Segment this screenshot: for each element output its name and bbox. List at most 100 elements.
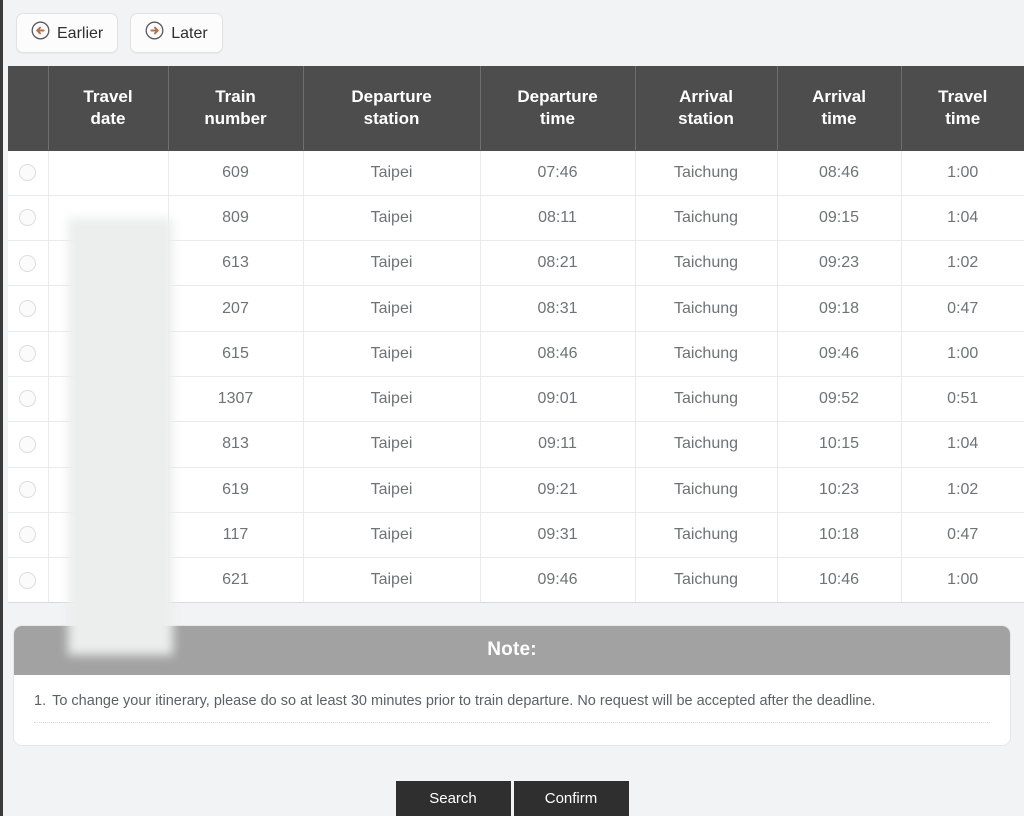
column-header-arrival-station: Arrival station — [635, 66, 778, 151]
cell-departure-time: 08:11 — [480, 195, 636, 242]
confirm-button[interactable]: Confirm — [513, 781, 629, 816]
cell-departure-time: 09:31 — [480, 512, 636, 559]
note-item-number: 1. — [34, 693, 47, 709]
earlier-button-label: Earlier — [57, 25, 104, 42]
row-select-radio[interactable] — [19, 390, 37, 408]
cell-travel-time: 1:00 — [901, 150, 1024, 196]
column-header-departure-time: Departure time — [480, 66, 636, 151]
cell-travel-time: 0:51 — [901, 376, 1024, 423]
header-line-2: number — [204, 108, 267, 128]
note-panel-title: Note: — [14, 626, 1010, 675]
cell-travel-time: 1:00 — [901, 557, 1024, 604]
cell-arrival-time: 10:23 — [777, 467, 902, 513]
header-line-1: Arrival — [679, 87, 733, 107]
cell-travel-time: 1:04 — [901, 195, 1024, 242]
header-line-1: Travel — [938, 87, 988, 107]
row-select-cell[interactable] — [8, 331, 49, 377]
cell-train-number: 809 — [168, 195, 304, 242]
cell-arrival-time: 10:15 — [777, 421, 902, 468]
cell-departure-station: Taipei — [303, 557, 481, 604]
cell-arrival-time: 09:46 — [777, 331, 902, 377]
later-button[interactable]: Later — [130, 13, 223, 53]
cell-arrival-station: Taichung — [635, 240, 778, 287]
earlier-button[interactable]: Earlier — [16, 13, 119, 53]
arrow-circle-left-icon — [31, 21, 50, 45]
cell-train-number: 117 — [168, 512, 304, 559]
note-item-text: To change your itinerary, please do so a… — [52, 693, 876, 709]
cell-arrival-time: 10:18 — [777, 512, 902, 559]
row-select-cell[interactable] — [8, 376, 49, 423]
page-root: Earlier Later Travel date Train number D… — [0, 0, 1024, 816]
column-header-travel-date: Travel date — [48, 66, 169, 151]
row-select-radio[interactable] — [19, 163, 37, 181]
cell-departure-time: 08:21 — [480, 240, 636, 287]
table-row[interactable]: 813 Taipei 09:11 Taichung 10:15 1:04 — [8, 421, 1024, 468]
cell-train-number: 813 — [168, 421, 304, 468]
cell-departure-station: Taipei — [303, 467, 481, 513]
row-select-radio[interactable] — [19, 345, 37, 363]
cell-travel-date — [48, 285, 169, 332]
table-row[interactable]: 619 Taipei 09:21 Taichung 10:23 1:02 — [8, 467, 1024, 513]
header-line-2: time — [945, 108, 981, 128]
cell-travel-date — [48, 421, 169, 468]
table-row[interactable]: 1307 Taipei 09:01 Taichung 09:52 0:51 — [8, 376, 1024, 423]
table-row[interactable]: 609 Taipei 07:46 Taichung 08:46 1:00 — [8, 150, 1024, 196]
column-header-travel-time: Travel time — [901, 66, 1024, 151]
cell-arrival-station: Taichung — [635, 421, 778, 468]
header-line-2: time — [540, 108, 575, 128]
header-line-1: Arrival — [812, 87, 866, 107]
cell-departure-station: Taipei — [303, 240, 481, 287]
row-select-radio[interactable] — [19, 254, 37, 272]
cell-travel-date — [48, 331, 169, 377]
cell-travel-date — [48, 240, 169, 287]
search-button[interactable]: Search — [395, 781, 511, 816]
row-select-cell[interactable] — [8, 467, 49, 513]
cell-departure-station: Taipei — [303, 331, 481, 377]
table-row[interactable]: 809 Taipei 08:11 Taichung 09:15 1:04 — [8, 195, 1024, 242]
cell-departure-station: Taipei — [303, 376, 481, 423]
table-row[interactable]: 117 Taipei 09:31 Taichung 10:18 0:47 — [8, 512, 1024, 559]
cell-travel-date — [48, 512, 169, 559]
row-select-cell[interactable] — [8, 512, 49, 559]
column-header-departure-station: Departure station — [303, 66, 481, 151]
table-row[interactable]: 615 Taipei 08:46 Taichung 09:46 1:00 — [8, 331, 1024, 377]
cell-arrival-station: Taichung — [635, 512, 778, 559]
table-header: Travel date Train number Departure stati… — [8, 66, 1024, 151]
pagination-nav-bar: Earlier Later — [0, 0, 1024, 66]
header-line-2: station — [363, 108, 420, 128]
table-row[interactable]: 613 Taipei 08:21 Taichung 09:23 1:02 — [8, 240, 1024, 287]
row-select-cell[interactable] — [8, 195, 49, 242]
action-button-bar: Search Confirm — [0, 781, 1024, 816]
row-select-radio[interactable] — [19, 480, 37, 498]
cell-arrival-time: 09:15 — [777, 195, 902, 242]
cell-arrival-time: 08:46 — [777, 150, 902, 196]
cell-train-number: 609 — [168, 150, 304, 196]
cell-travel-date — [48, 150, 169, 196]
schedule-table-container: Travel date Train number Departure stati… — [8, 66, 1024, 655]
row-select-radio[interactable] — [19, 299, 37, 317]
row-select-cell[interactable] — [8, 557, 49, 604]
row-select-cell[interactable] — [8, 421, 49, 468]
header-line-1: Travel — [83, 87, 133, 107]
cell-arrival-station: Taichung — [635, 150, 778, 196]
header-line-1: Departure — [351, 87, 432, 107]
cell-travel-date — [48, 557, 169, 604]
row-select-cell[interactable] — [8, 240, 49, 287]
cell-train-number: 619 — [168, 467, 304, 513]
table-row[interactable]: 621 Taipei 09:46 Taichung 10:46 1:00 — [8, 557, 1024, 604]
header-line-1: Departure — [517, 87, 598, 107]
row-select-radio[interactable] — [19, 435, 37, 453]
row-select-cell[interactable] — [8, 285, 49, 332]
row-select-radio[interactable] — [19, 526, 37, 544]
cell-departure-time: 09:01 — [480, 376, 636, 423]
note-panel-body: 1. To change your itinerary, please do s… — [14, 675, 1010, 745]
column-header-arrival-time: Arrival time — [777, 66, 902, 151]
table-row[interactable]: 207 Taipei 08:31 Taichung 09:18 0:47 — [8, 285, 1024, 332]
cell-departure-station: Taipei — [303, 512, 481, 559]
cell-arrival-station: Taichung — [635, 467, 778, 513]
cell-arrival-station: Taichung — [635, 557, 778, 604]
cell-travel-date — [48, 195, 169, 242]
row-select-cell[interactable] — [8, 150, 49, 196]
row-select-radio[interactable] — [19, 571, 37, 589]
row-select-radio[interactable] — [19, 209, 37, 227]
